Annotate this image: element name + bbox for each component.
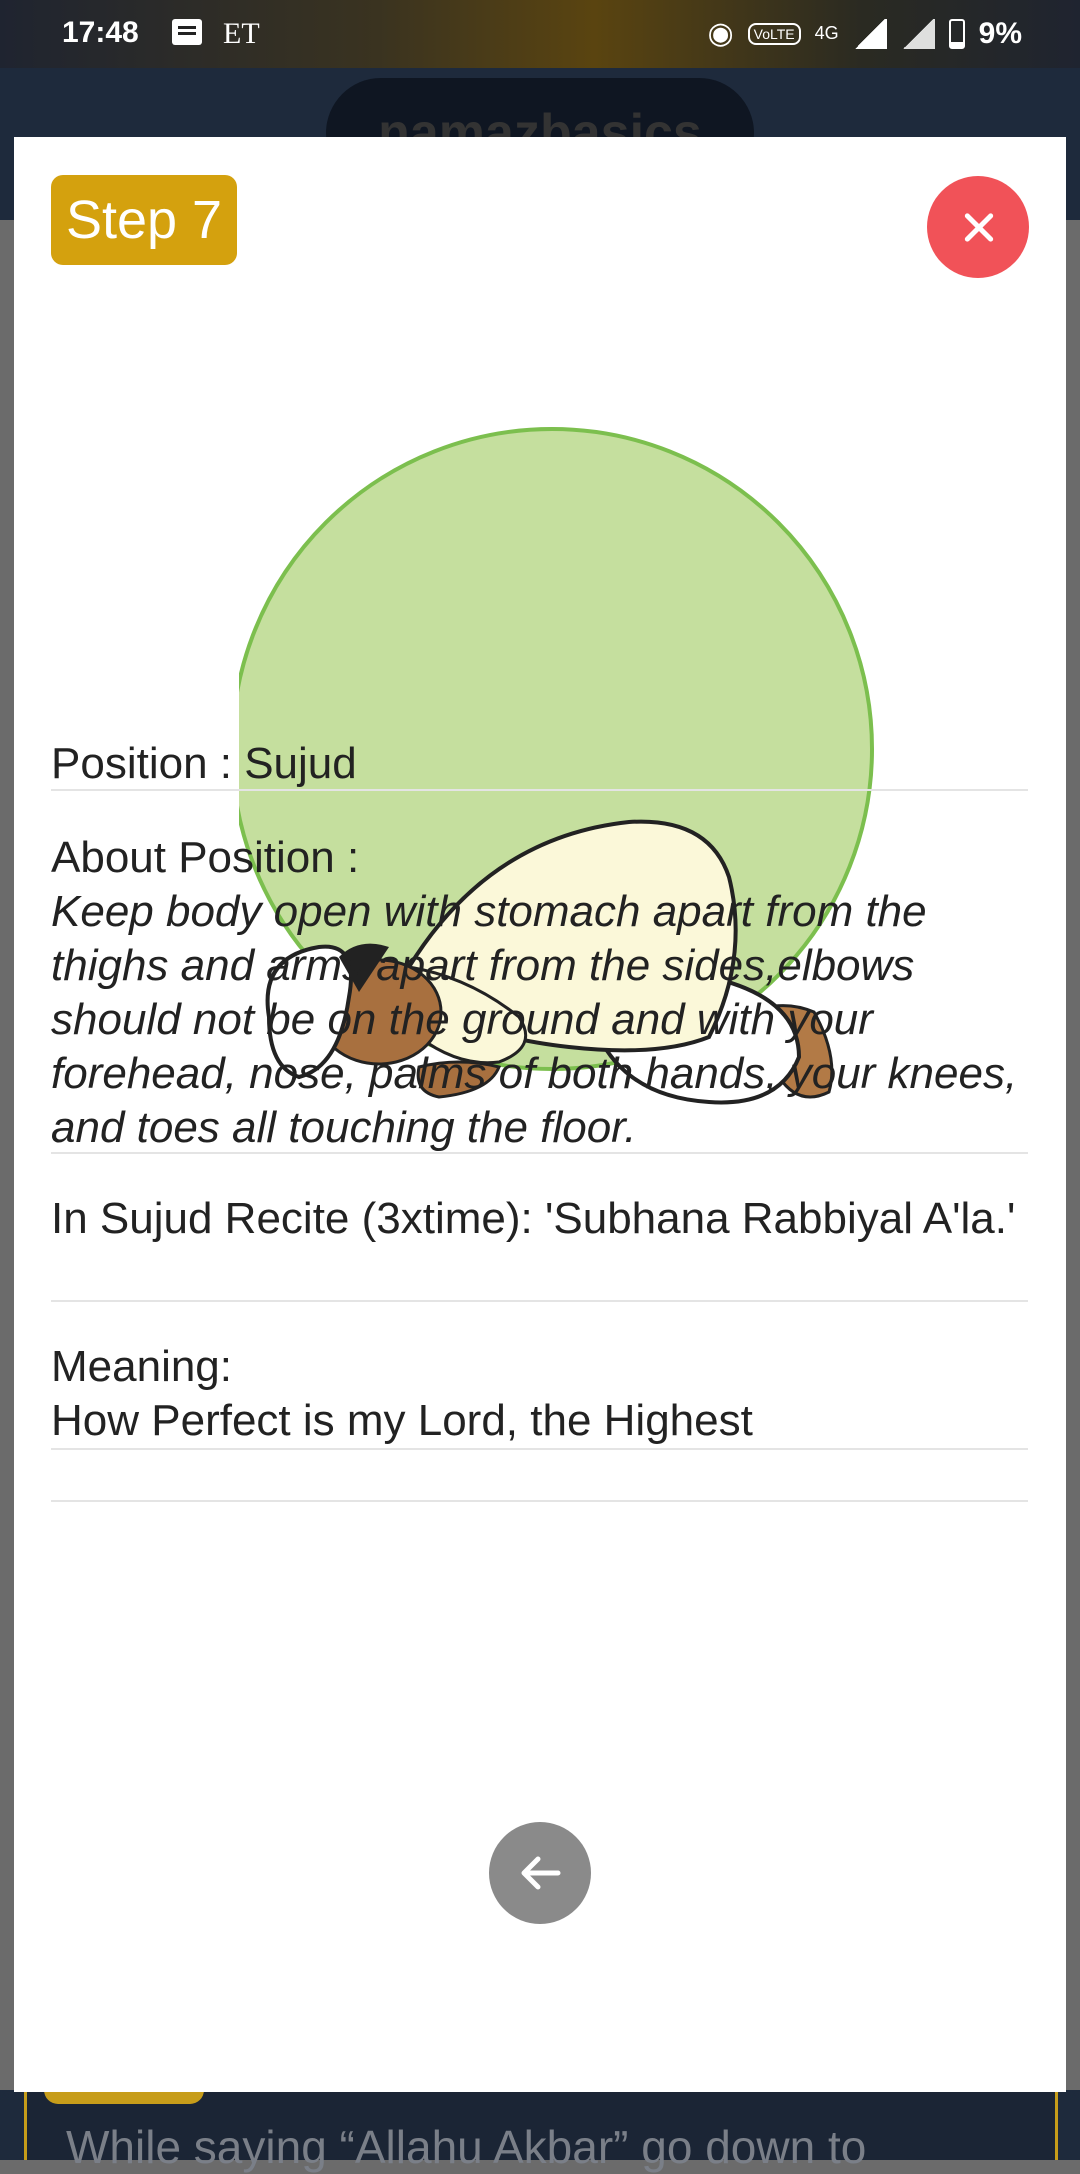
hotspot-icon: ◉ [707,17,734,50]
recite-text: In Sujud Recite (3xtime): 'Subhana Rabbi… [51,1194,1016,1243]
battery-icon [948,18,965,49]
step-badge: Step 7 [51,175,237,265]
arrow-left-icon [521,1856,561,1890]
status-time: 17:48 [62,16,139,49]
battery-level: 9% [978,16,1022,50]
volte-icon: VoLTE [747,22,801,45]
meaning-text: How Perfect is my Lord, the Highest [51,1396,753,1445]
meaning-heading: Meaning: [51,1342,233,1391]
signal-icon [852,18,887,49]
about-heading: About Position : [51,833,360,882]
status-bar: 17:48 ET ◉ VoLTE 4G 9% [0,0,1080,68]
network-type: 4G [814,23,839,43]
close-button[interactable] [927,176,1029,278]
status-carrier-label: ET [223,17,260,50]
status-icons: ◉ VoLTE 4G 9% [707,16,1022,51]
step-detail-modal: Step 7 Position : Sujud About Position :… [14,137,1066,2092]
position-line: Position : Sujud [51,739,357,788]
step-card-text: While saying “Allahu Akbar” go down to [66,2121,867,2173]
divider [51,1300,1028,1302]
divider [51,1500,1028,1502]
signal-icon-2 [900,18,935,49]
news-icon [172,19,202,45]
about-text: Keep body open with stomach apart from t… [51,887,1018,1152]
previous-step-button[interactable] [489,1822,591,1924]
divider [51,1152,1028,1154]
divider [51,1448,1028,1450]
divider [51,789,1028,791]
